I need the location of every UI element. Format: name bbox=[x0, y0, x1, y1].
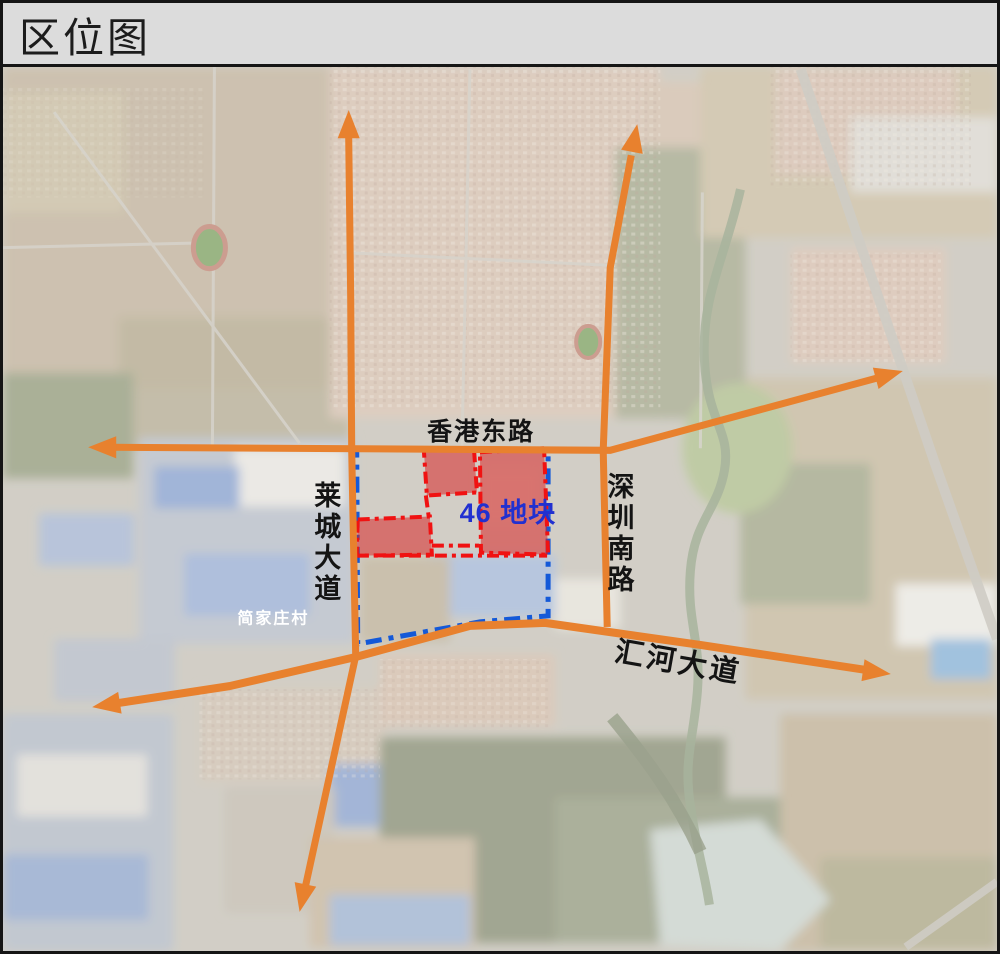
location-map-panel: 区位图 bbox=[0, 0, 1000, 954]
title-bar: 区位图 bbox=[3, 3, 997, 67]
satellite-map: 香港东路 莱城大道 深圳南路 汇河大道 46 地块 简家庄村 bbox=[3, 67, 997, 951]
plot-46-parcel-northwest bbox=[424, 448, 477, 495]
map-canvas bbox=[3, 67, 997, 951]
page-title: 区位图 bbox=[19, 4, 151, 64]
plot-46-parcel-east bbox=[480, 448, 548, 554]
plot-46-parcel-southwest bbox=[357, 517, 432, 556]
